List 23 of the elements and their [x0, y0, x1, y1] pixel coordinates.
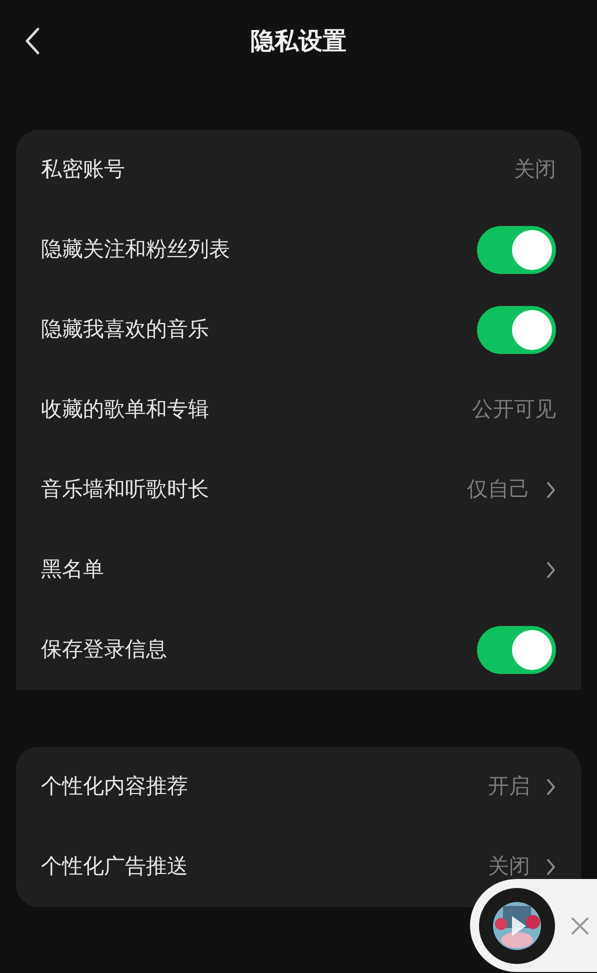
- setting-label: 音乐墙和听歌时长: [41, 476, 209, 504]
- chevron-right-icon: [546, 481, 556, 499]
- setting-label: 黑名单: [41, 556, 104, 584]
- chevron-right-icon: [546, 858, 556, 876]
- setting-label: 个性化广告推送: [41, 853, 188, 880]
- value-text: 公开可见: [472, 396, 556, 424]
- value-text: 关闭: [514, 156, 556, 184]
- value-text: 开启: [488, 773, 530, 800]
- toggle-switch[interactable]: [477, 306, 556, 354]
- setting-label: 隐藏我喜欢的音乐: [41, 316, 209, 344]
- value-text: 仅自己: [467, 476, 530, 504]
- setting-label: 隐藏关注和粉丝列表: [41, 236, 230, 264]
- close-icon: [570, 916, 590, 936]
- chevron-right-icon: [546, 778, 556, 796]
- setting-label: 个性化内容推荐: [41, 773, 188, 800]
- toggle-switch[interactable]: [477, 226, 556, 274]
- value-text: 关闭: [488, 853, 530, 880]
- setting-label: 私密账号: [41, 156, 125, 184]
- page-title: 隐私设置: [250, 26, 346, 57]
- setting-label: 保存登录信息: [41, 636, 167, 664]
- toggle-switch[interactable]: [477, 626, 556, 674]
- chevron-right-icon: [546, 561, 556, 579]
- setting-label: 收藏的歌单和专辑: [41, 396, 209, 424]
